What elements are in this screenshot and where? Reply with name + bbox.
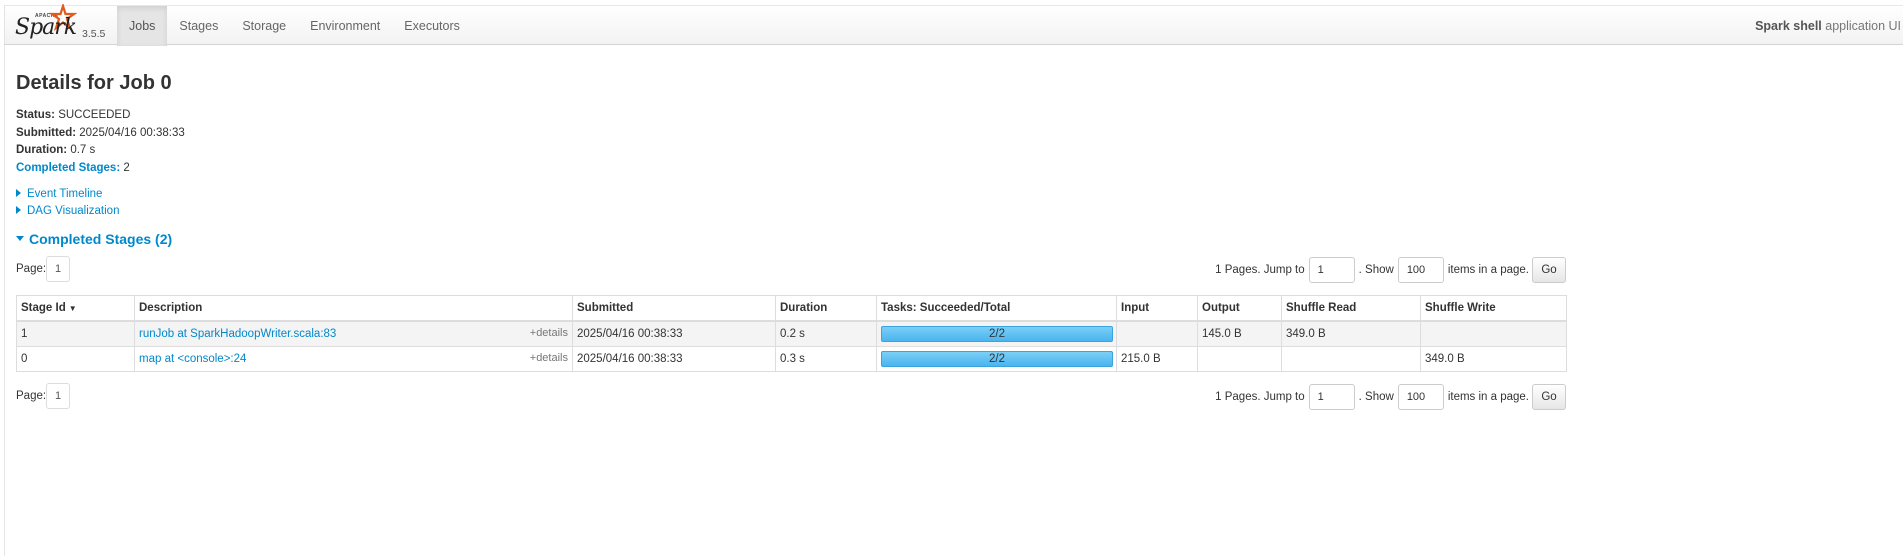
nav-tabs: Jobs Stages Storage Environment Executor…: [117, 6, 472, 46]
page-size-input[interactable]: [1397, 384, 1444, 410]
shuffle-read-cell: [1281, 346, 1421, 372]
completed-stages-header[interactable]: Completed Stages (2): [16, 231, 172, 247]
completed-stages-value: 2: [123, 161, 130, 174]
paging-bottom: Page: 1 1 Pages. Jump to . Show items in…: [16, 383, 1566, 411]
page-edge: [4, 45, 5, 556]
dag-visualization-toggle[interactable]: DAG Visualization: [16, 205, 119, 217]
stage-description-link[interactable]: runJob at SparkHadoopWriter.scala:83: [139, 328, 336, 340]
tasks-progress-bar: 2/2: [881, 326, 1113, 342]
col-duration[interactable]: Duration: [775, 295, 877, 322]
items-text: items in a page.: [1447, 264, 1529, 276]
summary-submitted: Submitted: 2025/04/16 00:38:33: [16, 126, 185, 139]
details-toggle[interactable]: +details: [530, 327, 568, 339]
tab-storage[interactable]: Storage: [230, 6, 298, 46]
expand-arrow-icon: [16, 206, 21, 214]
col-submitted[interactable]: Submitted: [572, 295, 776, 322]
table-header-row: Stage Id ▼ Description Submitted Duration…: [16, 295, 1567, 322]
completed-stages-title: Completed Stages (2): [29, 231, 173, 247]
items-text: items in a page.: [1447, 391, 1529, 403]
table-row: 0 map at <console>:24 +details 2025/04/1…: [16, 346, 1567, 372]
event-timeline-label: Event Timeline: [27, 188, 103, 200]
app-name: Spark shell application UI: [1755, 6, 1901, 46]
output-cell: [1197, 346, 1282, 372]
app-name-suffix: application UI: [1825, 19, 1901, 33]
tab-jobs[interactable]: Jobs: [117, 6, 168, 46]
shuffle-read-cell: 349.0 B: [1281, 320, 1421, 347]
output-cell: 145.0 B: [1197, 320, 1282, 347]
duration-cell: 0.2 s: [775, 320, 877, 347]
pages-text: 1 Pages. Jump to: [1215, 264, 1305, 276]
description-cell: map at <console>:24 +details: [134, 346, 573, 372]
submitted-cell: 2025/04/16 00:38:33: [572, 346, 776, 372]
sort-down-icon: ▼: [68, 304, 77, 313]
page-title: Details for Job 0: [16, 72, 172, 94]
tasks-progress-bar: 2/2: [881, 351, 1113, 367]
col-output[interactable]: Output: [1197, 295, 1282, 322]
paging-controls: 1 Pages. Jump to . Show items in a page.…: [1215, 256, 1566, 284]
event-timeline-toggle[interactable]: Event Timeline: [16, 188, 102, 200]
logo-spark-text: Spark: [15, 15, 77, 40]
page-size-input[interactable]: [1397, 257, 1444, 283]
input-cell: 215.0 B: [1116, 346, 1198, 372]
page-button[interactable]: 1: [46, 383, 70, 409]
show-text: . Show: [1358, 264, 1394, 276]
spark-version: 3.5.5: [82, 28, 106, 40]
description-cell: runJob at SparkHadoopWriter.scala:83 +de…: [134, 320, 573, 347]
input-cell: [1116, 320, 1198, 347]
page-label: Page:: [16, 390, 47, 402]
go-button[interactable]: Go: [1532, 257, 1566, 283]
spark-logo[interactable]: APACHE Spark 3.5.5: [15, 4, 115, 46]
summary-duration: Duration: 0.7 s: [16, 144, 96, 156]
status-value: SUCCEEDED: [58, 109, 131, 121]
collapse-arrow-icon: [16, 236, 24, 241]
completed-stages-link[interactable]: Completed Stages:: [16, 162, 120, 174]
shuffle-write-cell: 349.0 B: [1420, 346, 1567, 372]
tasks-cell: 2/2: [876, 346, 1117, 372]
job-summary: Status: SUCCEEDED Submitted: 2025/04/16 …: [16, 107, 185, 177]
jump-to-page-input[interactable]: [1308, 257, 1355, 283]
show-text: . Show: [1358, 391, 1394, 403]
stage-description-link[interactable]: map at <console>:24: [139, 353, 246, 365]
page-label: Page:: [16, 263, 47, 275]
tab-executors[interactable]: Executors: [392, 6, 472, 46]
stage-id-cell: 1: [16, 320, 135, 347]
duration-cell: 0.3 s: [775, 346, 877, 372]
col-input[interactable]: Input: [1116, 295, 1198, 322]
details-toggle[interactable]: +details: [530, 352, 568, 364]
col-tasks[interactable]: Tasks: Succeeded/Total: [876, 295, 1117, 322]
shuffle-write-cell: [1420, 320, 1567, 347]
submitted-cell: 2025/04/16 00:38:33: [572, 320, 776, 347]
submitted-value: 2025/04/16 00:38:33: [79, 126, 185, 139]
app-name-bold: Spark shell: [1755, 19, 1822, 33]
summary-status: Status: SUCCEEDED: [16, 109, 131, 121]
completed-stages-table: Stage Id ▼ Description Submitted Duration…: [16, 295, 1567, 372]
summary-completed-stages: Completed Stages: 2: [16, 160, 185, 178]
go-button[interactable]: Go: [1532, 384, 1566, 410]
duration-value: 0.7 s: [70, 144, 96, 156]
top-navbar: APACHE Spark 3.5.5 Jobs Stages Storage E…: [4, 4, 1903, 46]
tab-stages[interactable]: Stages: [167, 6, 230, 46]
tab-environment[interactable]: Environment: [298, 6, 392, 46]
col-shuffle-read[interactable]: Shuffle Read: [1281, 295, 1421, 322]
paging-controls: 1 Pages. Jump to . Show items in a page.…: [1215, 383, 1566, 411]
col-stage-id[interactable]: Stage Id ▼: [16, 295, 135, 322]
tasks-cell: 2/2: [876, 320, 1117, 347]
pages-text: 1 Pages. Jump to: [1215, 391, 1305, 403]
paging-top: Page: 1 1 Pages. Jump to . Show items in…: [16, 256, 1566, 284]
col-description[interactable]: Description: [134, 295, 573, 322]
table-row: 1 runJob at SparkHadoopWriter.scala:83 +…: [16, 320, 1567, 347]
expand-arrow-icon: [16, 189, 21, 197]
dag-visualization-label: DAG Visualization: [27, 205, 120, 217]
col-shuffle-write[interactable]: Shuffle Write: [1420, 295, 1567, 322]
stage-id-cell: 0: [16, 346, 135, 372]
jump-to-page-input[interactable]: [1308, 384, 1355, 410]
page-button[interactable]: 1: [46, 256, 70, 282]
